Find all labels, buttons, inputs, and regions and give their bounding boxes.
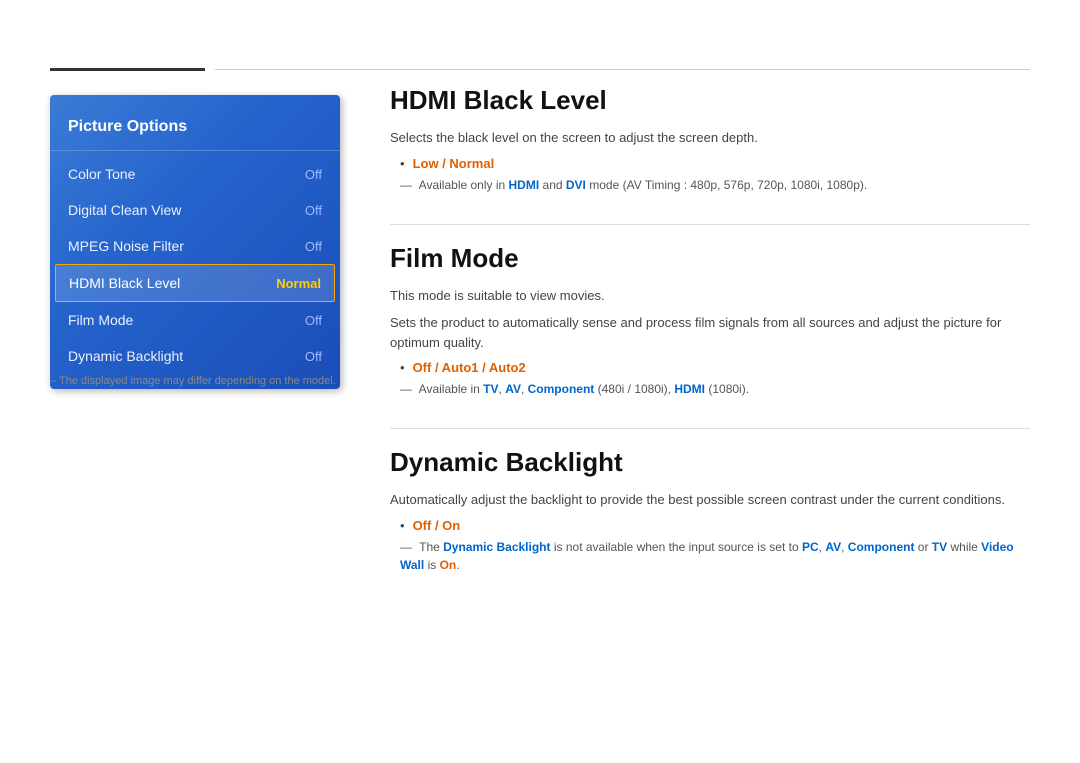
dynamic-note-av: AV	[825, 540, 841, 554]
divider-2	[390, 428, 1030, 429]
color-tone-label: Color Tone	[68, 166, 135, 182]
section-dynamic-backlight: Dynamic Backlight Automatically adjust t…	[390, 447, 1030, 574]
sidebar-note: The displayed image may differ depending…	[50, 375, 336, 387]
hdmi-black-level-value: Normal	[276, 276, 321, 291]
divider-1	[390, 224, 1030, 225]
digital-clean-view-label: Digital Clean View	[68, 202, 181, 218]
dynamic-bullet-1: • Off / On	[390, 518, 1030, 533]
bullet-dot-1: •	[400, 156, 405, 171]
hdmi-black-level-title: HDMI Black Level	[390, 85, 1030, 116]
hdmi-bullet-1: • Low / Normal	[390, 156, 1030, 171]
dynamic-note-name: Dynamic Backlight	[443, 540, 550, 554]
hdmi-note-1: — Available only in HDMI and DVI mode (A…	[390, 176, 1030, 194]
main-content: HDMI Black Level Selects the black level…	[390, 85, 1030, 604]
digital-clean-view-value: Off	[305, 203, 322, 218]
section-hdmi-black-level: HDMI Black Level Selects the black level…	[390, 85, 1030, 194]
dynamic-note-on: On	[440, 558, 457, 572]
film-note-hdmi: HDMI	[674, 382, 705, 396]
dynamic-backlight-label: Dynamic Backlight	[68, 348, 183, 364]
dynamic-note-1: — The Dynamic Backlight is not available…	[390, 538, 1030, 574]
hdmi-note-dvi: DVI	[566, 178, 586, 192]
dynamic-note-pc: PC	[802, 540, 819, 554]
hdmi-options: Low / Normal	[413, 156, 495, 171]
sidebar-item-dynamic-backlight[interactable]: Dynamic Backlight Off	[50, 338, 340, 374]
film-note-1: — Available in TV, AV, Component (480i /…	[390, 380, 1030, 398]
dynamic-options: Off / On	[413, 518, 461, 533]
mpeg-noise-filter-value: Off	[305, 239, 322, 254]
film-bullet-1: • Off / Auto1 / Auto2	[390, 360, 1030, 375]
sidebar-item-hdmi-black-level[interactable]: HDMI Black Level Normal	[55, 264, 335, 302]
dynamic-backlight-desc: Automatically adjust the backlight to pr…	[390, 490, 1030, 510]
color-tone-value: Off	[305, 167, 322, 182]
film-mode-desc1: This mode is suitable to view movies.	[390, 286, 1030, 306]
sidebar-item-film-mode[interactable]: Film Mode Off	[50, 302, 340, 338]
film-mode-desc2: Sets the product to automatically sense …	[390, 313, 1030, 352]
top-line-light	[215, 69, 1030, 70]
film-mode-label: Film Mode	[68, 312, 133, 328]
film-mode-title: Film Mode	[390, 243, 1030, 274]
bullet-dot-2: •	[400, 360, 405, 375]
film-options: Off / Auto1 / Auto2	[413, 360, 526, 375]
film-mode-value: Off	[305, 313, 322, 328]
sidebar-title: Picture Options	[50, 110, 340, 151]
mpeg-noise-filter-label: MPEG Noise Filter	[68, 238, 184, 254]
sidebar-item-mpeg-noise-filter[interactable]: MPEG Noise Filter Off	[50, 228, 340, 264]
sidebar-item-digital-clean-view[interactable]: Digital Clean View Off	[50, 192, 340, 228]
dynamic-backlight-title: Dynamic Backlight	[390, 447, 1030, 478]
dynamic-note-component: Component	[848, 540, 915, 554]
bullet-dot-3: •	[400, 518, 405, 533]
hdmi-note-hdmi: HDMI	[509, 178, 540, 192]
top-decorative-lines	[50, 68, 1030, 71]
hdmi-black-level-desc: Selects the black level on the screen to…	[390, 128, 1030, 148]
film-note-component: Component	[528, 382, 595, 396]
dynamic-note-tv: TV	[932, 540, 947, 554]
film-note-tv: TV	[483, 382, 498, 396]
hdmi-black-level-label: HDMI Black Level	[69, 275, 180, 291]
sidebar-panel: Picture Options Color Tone Off Digital C…	[50, 95, 340, 389]
section-film-mode: Film Mode This mode is suitable to view …	[390, 243, 1030, 399]
film-note-av: AV	[505, 382, 521, 396]
sidebar-item-color-tone[interactable]: Color Tone Off	[50, 156, 340, 192]
top-line-dark	[50, 68, 205, 71]
dynamic-backlight-value: Off	[305, 349, 322, 364]
